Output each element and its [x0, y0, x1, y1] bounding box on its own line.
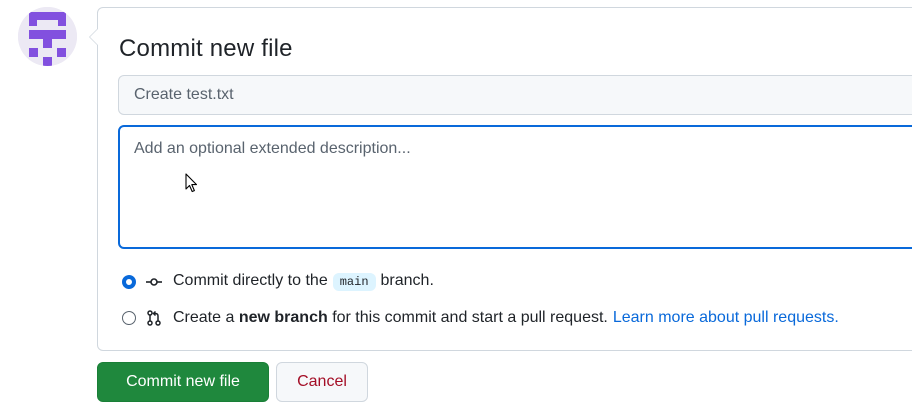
- new-branch-label: Create a new branch for this commit and …: [173, 309, 839, 326]
- commit-summary-input[interactable]: [118, 75, 912, 115]
- mouse-pointer-icon: [185, 173, 198, 193]
- cancel-button[interactable]: Cancel: [276, 362, 368, 402]
- git-commit-icon: [146, 277, 162, 286]
- learn-more-pull-requests-link[interactable]: Learn more about pull requests.: [613, 309, 839, 326]
- identicon-avatar: [18, 7, 77, 66]
- git-pull-request-icon: [147, 310, 161, 326]
- commit-title: Commit new file: [119, 35, 293, 62]
- new-branch-radio[interactable]: [122, 311, 136, 325]
- commit-direct-option[interactable]: Commit directly to the main branch.: [122, 272, 434, 291]
- commit-new-file-button[interactable]: Commit new file: [97, 362, 269, 402]
- branch-name-badge: main: [332, 273, 376, 291]
- commit-description-input[interactable]: [118, 125, 912, 249]
- commit-panel: Commit new file Commit directly to thema…: [89, 7, 912, 351]
- commit-direct-label: Commit directly to the main branch.: [173, 272, 434, 291]
- commit-direct-radio[interactable]: [122, 274, 136, 289]
- avatar[interactable]: [18, 7, 77, 66]
- new-branch-option[interactable]: Create a new branch for this commit and …: [122, 309, 839, 327]
